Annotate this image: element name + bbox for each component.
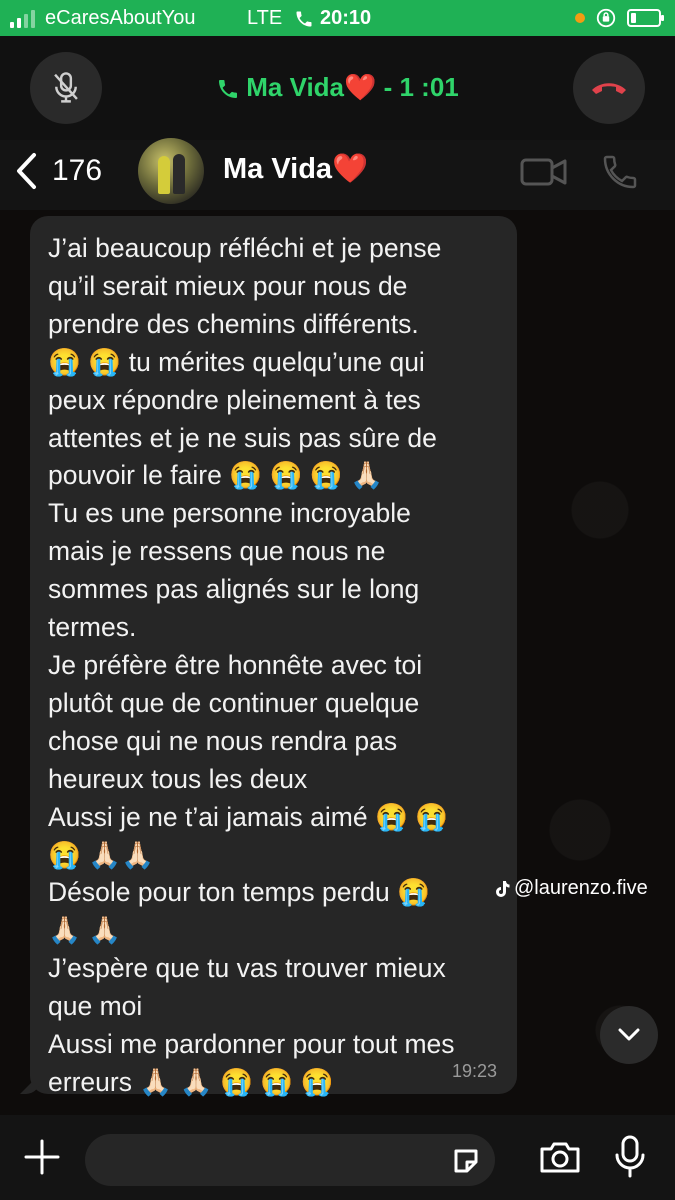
unread-count: 176 [52, 154, 103, 187]
avatar[interactable] [138, 138, 204, 204]
message-line: J’espère que tu vas trouver mieux [48, 953, 446, 984]
chevron-left-icon [17, 153, 36, 189]
message-line: 😭 😭 tu mérites quelqu’une qui [48, 346, 425, 377]
message-line: 😭 🙏🏻🙏🏻 [48, 839, 155, 870]
ongoing-call-bar[interactable]: Ma Vida❤️ - 1 :01 [0, 36, 675, 140]
call-title-text: Ma Vida❤️ - 1 :01 [246, 72, 459, 102]
signal-strength-icon [10, 9, 35, 28]
chat-area[interactable]: J’ai beaucoup réfléchi et je pense qu’il … [0, 210, 675, 1115]
status-left: eCaresAboutYou [10, 7, 196, 30]
back-button[interactable]: 176 [14, 152, 102, 190]
message-line: prendre des chemins différents. [48, 308, 419, 339]
message-line: heureux tous les deux [48, 763, 308, 794]
end-call-button[interactable] [573, 52, 645, 124]
tiktok-icon [496, 880, 510, 897]
carrier-name: eCaresAboutYou [45, 7, 196, 29]
status-bar: eCaresAboutYou LTE 20:10 [0, 0, 675, 36]
message-line: mais je ressens que nous ne [48, 536, 386, 567]
camera-icon[interactable] [538, 1139, 582, 1175]
phone-icon [219, 80, 238, 99]
status-time-group: 20:10 [294, 7, 371, 30]
orientation-lock-icon [596, 8, 616, 28]
message-line: Désole pour ton temps perdu 😭 [48, 877, 431, 908]
voice-call-icon[interactable] [600, 152, 640, 192]
message-line: termes. [48, 612, 137, 643]
message-time: 19:23 [451, 1061, 497, 1081]
scroll-down-button[interactable] [600, 1006, 658, 1064]
message-input[interactable] [85, 1134, 495, 1186]
watermark: @laurenzo.five [494, 877, 648, 900]
network-type: LTE [247, 7, 283, 29]
phone-icon [296, 11, 312, 26]
status-right [575, 7, 664, 29]
message-line: pouvoir le faire 😭 😭 😭 🙏🏻 [48, 460, 384, 491]
privacy-dot-icon [575, 13, 585, 23]
clock: 20:10 [320, 7, 372, 29]
message-text: J’ai beaucoup réfléchi et je pense qu’il … [48, 230, 501, 1102]
input-bar [0, 1115, 675, 1200]
chevron-down-icon [618, 1028, 640, 1041]
contact-name[interactable]: Ma Vida❤️ [223, 152, 368, 186]
message-line: Je préfère être honnête avec toi [48, 649, 423, 680]
chat-header: 176 Ma Vida❤️ [0, 138, 675, 210]
message-line: sommes pas alignés sur le long [48, 574, 420, 605]
end-call-icon [592, 83, 626, 94]
message-line: plutôt que de continuer quelque [48, 687, 420, 718]
video-call-icon[interactable] [520, 152, 568, 192]
message-line: erreurs 🙏🏻 🙏🏻 😭 😭 😭 [48, 1066, 334, 1097]
message-line: que moi [48, 991, 143, 1022]
plus-icon[interactable] [22, 1137, 62, 1177]
microphone-icon[interactable] [614, 1135, 646, 1179]
message-line: attentes et je ne suis pas sûre de [48, 422, 437, 453]
sticker-icon[interactable] [451, 1146, 481, 1176]
message-line: 🙏🏻 🙏🏻 [48, 915, 122, 946]
watermark-handle: @laurenzo.five [514, 877, 648, 899]
message-line: Tu es une personne incroyable [48, 498, 411, 529]
message-line: Aussi je ne t’ai jamais aimé 😭 😭 [48, 801, 449, 832]
message-line: J’ai beaucoup réfléchi et je pense [48, 233, 442, 263]
message-line: Aussi me pardonner pour tout mes [48, 1029, 455, 1060]
battery-icon [627, 9, 664, 27]
message-line: peux répondre pleinement à tes [48, 384, 421, 415]
message-bubble[interactable]: J’ai beaucoup réfléchi et je pense qu’il … [30, 216, 517, 1097]
message-line: chose qui ne nous rendra pas [48, 725, 398, 756]
battery-level [631, 13, 636, 23]
message-line: qu’il serait mieux pour nous de [48, 270, 408, 301]
